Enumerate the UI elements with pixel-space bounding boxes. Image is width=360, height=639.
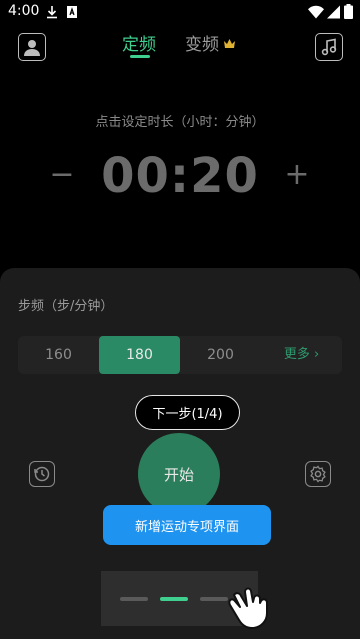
tab-variable-cadence-label: 变频 [185,35,219,55]
cadence-option-160[interactable]: 160 [18,336,99,374]
preview-indicator [120,597,148,601]
download-icon [46,4,58,23]
increase-button[interactable]: + [282,160,312,190]
profile-button[interactable] [18,33,46,61]
settings-button[interactable] [305,461,331,487]
duration-hint: 点击设定时长（小时：分钟） [95,115,265,130]
next-step-button[interactable]: 下一步(1/4) [135,395,240,430]
swipe-hand-icon [226,585,278,635]
status-bar: 4:00 [0,0,360,24]
cadence-selector: 160 180 200 更多 › [18,336,342,374]
tab-fixed-cadence[interactable]: 定频 [122,30,156,55]
music-note-icon [321,38,337,56]
music-button[interactable] [315,33,343,61]
wifi-icon [308,4,324,23]
start-label: 开始 [163,465,194,484]
notification-icon [66,4,78,23]
cadence-more-button[interactable]: 更多 › [261,336,342,374]
crown-icon [224,39,236,48]
signal-icon [327,4,341,23]
user-icon [24,40,40,56]
active-tab-indicator [130,55,150,58]
feature-tooltip: 新增运动专项界面 [103,505,271,545]
preview-indicator [200,597,228,601]
battery-icon [344,4,353,23]
preview-indicator-active [160,597,188,601]
top-bar: 定频 变频 [0,24,360,72]
history-button[interactable] [29,461,55,487]
cadence-title: 步频（步/分钟） [18,299,114,314]
gear-icon [310,465,326,483]
cadence-option-200[interactable]: 200 [180,336,261,374]
start-button[interactable]: 开始 [138,433,220,515]
status-time: 4:00 [8,3,40,19]
tab-variable-cadence[interactable]: 变频 [185,30,236,55]
history-icon [34,466,50,482]
cadence-option-180[interactable]: 180 [99,336,180,374]
